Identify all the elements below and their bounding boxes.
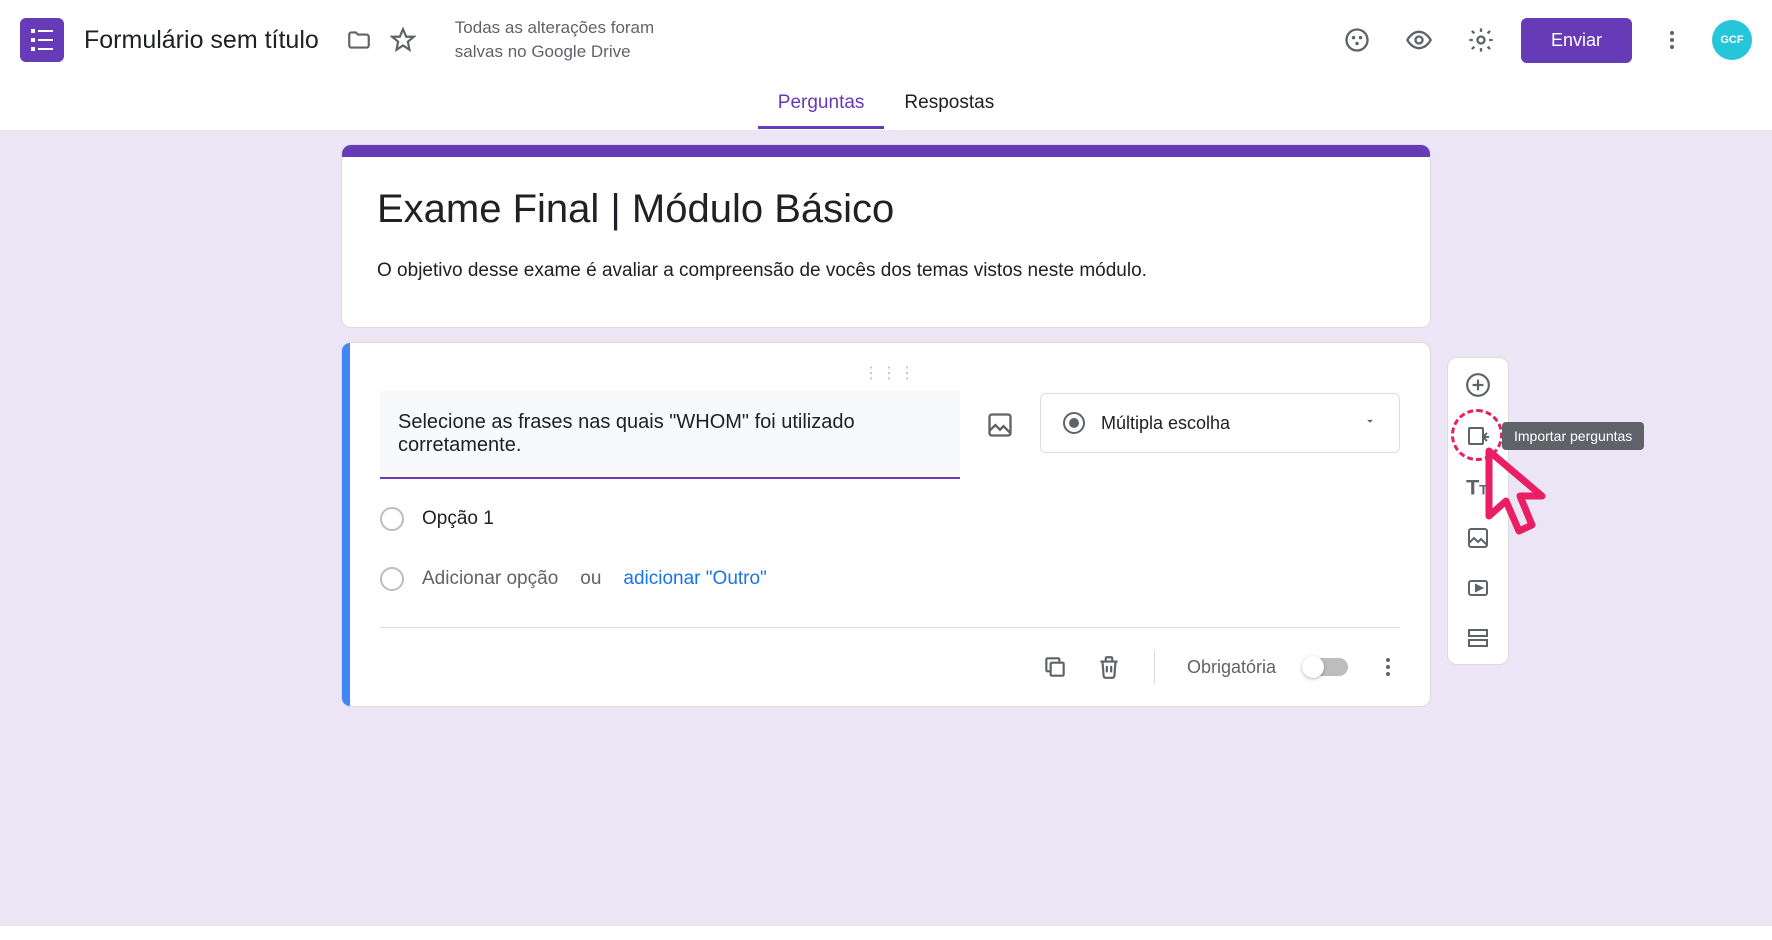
title-card[interactable]: Exame Final | Módulo Básico O objetivo d… xyxy=(341,144,1431,328)
theme-icon[interactable] xyxy=(1335,18,1379,62)
tabs: Perguntas Respostas xyxy=(0,80,1772,130)
required-toggle[interactable] xyxy=(1304,658,1348,676)
header: Formulário sem título Todas as alteraçõe… xyxy=(0,0,1772,80)
folder-icon[interactable] xyxy=(337,18,381,62)
option-label[interactable]: Opção 1 xyxy=(422,508,494,530)
content: Exame Final | Módulo Básico O objetivo d… xyxy=(341,144,1431,707)
forms-icon[interactable] xyxy=(20,18,64,62)
settings-icon[interactable] xyxy=(1459,18,1503,62)
preview-icon[interactable] xyxy=(1397,18,1441,62)
import-questions-icon[interactable]: Importar perguntas xyxy=(1466,424,1490,448)
header-actions: Enviar GCF xyxy=(1335,18,1752,63)
question-more-icon[interactable] xyxy=(1376,655,1400,679)
question-card[interactable]: ⋮⋮⋮ Múltipla escolha xyxy=(341,342,1431,707)
footer-divider xyxy=(1154,650,1155,684)
required-label: Obrigatória xyxy=(1187,657,1276,678)
document-title[interactable]: Formulário sem título xyxy=(84,26,319,55)
add-other-button[interactable]: adicionar "Outro" xyxy=(623,568,766,590)
add-image-icon[interactable] xyxy=(1466,526,1490,550)
question-type-select[interactable]: Múltipla escolha xyxy=(1040,393,1400,453)
add-option-row: Adicionar opção ou adicionar "Outro" xyxy=(380,567,1400,591)
drag-handle-icon[interactable]: ⋮⋮⋮ xyxy=(380,363,1400,383)
cursor-arrow-icon xyxy=(1484,446,1554,541)
add-image-icon[interactable] xyxy=(978,403,1022,447)
add-title-icon[interactable]: TT xyxy=(1465,474,1491,500)
radio-indicator-icon xyxy=(1063,412,1085,434)
floating-toolbar: Importar perguntas TT xyxy=(1447,357,1509,665)
add-video-icon[interactable] xyxy=(1466,576,1490,600)
delete-icon[interactable] xyxy=(1096,654,1122,680)
avatar[interactable]: GCF xyxy=(1712,20,1752,60)
or-text: ou xyxy=(580,568,601,590)
svg-text:T: T xyxy=(1479,482,1488,498)
title-card-accent xyxy=(342,145,1430,157)
option-radio-icon xyxy=(380,567,404,591)
form-title[interactable]: Exame Final | Módulo Básico xyxy=(377,187,1395,232)
question-active-indicator xyxy=(342,343,350,706)
question-input[interactable] xyxy=(380,391,960,479)
add-option-button[interactable]: Adicionar opção xyxy=(422,568,558,590)
more-icon[interactable] xyxy=(1650,18,1694,62)
canvas: Exame Final | Módulo Básico O objetivo d… xyxy=(0,130,1772,926)
duplicate-icon[interactable] xyxy=(1042,654,1068,680)
option-row[interactable]: Opção 1 xyxy=(380,507,1400,531)
send-button[interactable]: Enviar xyxy=(1521,18,1632,63)
chevron-down-icon xyxy=(1363,414,1377,433)
save-status: Todas as alterações foram salvas no Goog… xyxy=(455,16,695,64)
form-description[interactable]: O objetivo desse exame é avaliar a compr… xyxy=(377,260,1395,282)
question-type-label: Múltipla escolha xyxy=(1101,413,1347,434)
question-footer: Obrigatória xyxy=(380,627,1400,684)
star-icon[interactable] xyxy=(381,18,425,62)
option-radio-icon xyxy=(380,507,404,531)
svg-text:T: T xyxy=(1466,475,1479,500)
tab-responses[interactable]: Respostas xyxy=(884,80,1014,129)
add-question-icon[interactable] xyxy=(1465,372,1491,398)
add-section-icon[interactable] xyxy=(1466,626,1490,650)
tab-questions[interactable]: Perguntas xyxy=(758,80,885,129)
